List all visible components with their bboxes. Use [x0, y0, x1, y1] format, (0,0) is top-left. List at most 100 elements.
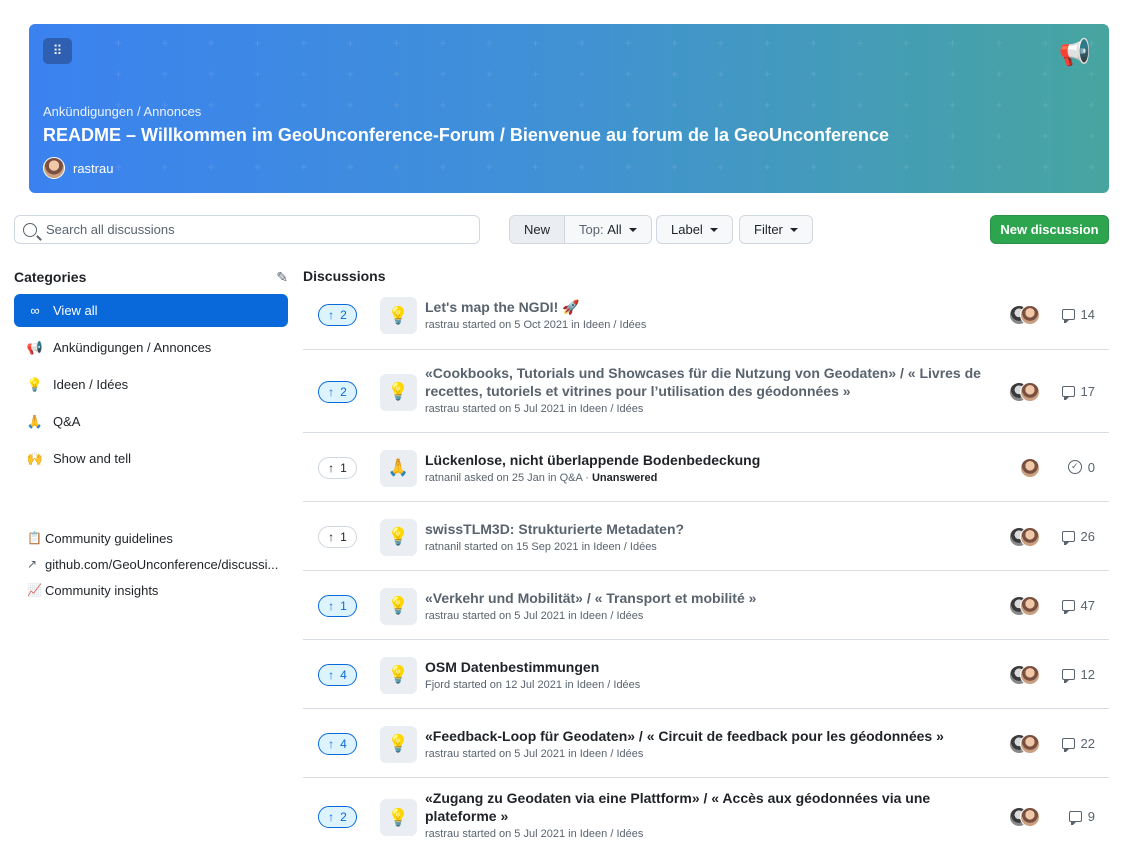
sidebar-item-ank-ndigungen-annonces[interactable]: 📢 Ankündigungen / Annonces — [14, 331, 288, 364]
discussion-verb: started on — [462, 609, 512, 622]
discussion-category[interactable]: Ideen / Idées — [580, 610, 644, 622]
new-discussion-button[interactable]: New discussion — [990, 215, 1109, 244]
banner-category[interactable]: Ankündigungen / Annonces — [43, 104, 201, 119]
discussion-author[interactable]: rastrau — [425, 403, 459, 415]
avatar[interactable] — [1020, 733, 1040, 754]
discussion-author[interactable]: rastrau — [425, 748, 459, 760]
discussion-category[interactable]: Ideen / Idées — [580, 403, 644, 415]
upvote-button[interactable]: ↑ 2 — [318, 380, 357, 403]
search-input[interactable] — [46, 222, 446, 237]
discussion-author[interactable]: Fjord — [425, 679, 450, 691]
discussion-category[interactable]: Ideen / Idées — [577, 679, 641, 691]
upvote-button[interactable]: ↑ 1 — [318, 525, 357, 548]
sidebar-item-ideen-id-es[interactable]: 💡 Ideen / Idées — [14, 368, 288, 401]
sort-segmented-control[interactable]: New Top: All — [509, 215, 652, 244]
arrow-up-icon: ↑ — [328, 598, 335, 613]
filter-dropdown[interactable]: Filter — [739, 215, 813, 244]
megaphone-icon: 📢 — [1058, 37, 1091, 67]
sidebar-link-label[interactable]: Community insights — [45, 583, 158, 598]
sidebar-link-label[interactable]: Community guidelines — [45, 531, 173, 546]
discussion-category[interactable]: Ideen / Idées — [583, 319, 647, 331]
discussion-title[interactable]: Lückenlose, nicht überlappende Bodenbede… — [425, 451, 985, 469]
discussion-meta: rastrau started on 5 Jul 2021 in Ideen /… — [425, 747, 644, 760]
upvote-button[interactable]: ↑ 4 — [318, 663, 357, 686]
list-item[interactable]: ↑ 1 💡 swissTLM3D: Strukturierte Metadaten? r… — [303, 502, 1109, 571]
sidebar-item-q-a[interactable]: 🙏 Q&A — [14, 405, 288, 438]
discussion-title[interactable]: swissTLM3D: Strukturierte Metadaten? — [425, 520, 985, 538]
discussion-title[interactable]: OSM Datenbestimmungen — [425, 658, 985, 676]
vote-count: 4 — [340, 667, 347, 682]
list-item[interactable]: ↑ 2 💡 «Zugang zu Geodaten via eine Plattfor… — [303, 778, 1109, 856]
comment-icon — [1061, 385, 1075, 400]
upvote-button[interactable]: ↑ 1 — [318, 456, 357, 479]
avatar[interactable] — [1020, 305, 1040, 325]
participant-avatars — [1009, 526, 1040, 547]
count-value: 0 — [1087, 459, 1095, 475]
discussion-title[interactable]: «Verkehr und Mobilität» / « Transport et… — [425, 589, 985, 607]
sidebar-item-show-and-tell[interactable]: 🙌 Show and tell — [14, 442, 288, 475]
upvote-button[interactable]: ↑ 4 — [318, 732, 357, 755]
discussion-author[interactable]: ratnanil — [425, 541, 461, 553]
list-item[interactable]: ↑ 2 💡 «Cookbooks, Tutorials und Showcases f… — [303, 350, 1109, 433]
avatar[interactable] — [1020, 664, 1040, 685]
count-value: 14 — [1080, 307, 1095, 322]
sidebar-link-label[interactable]: github.com/GeoUnconference/discussi... — [45, 557, 278, 572]
sort-new-button[interactable]: New — [510, 216, 566, 243]
pencil-icon[interactable]: ✎ — [276, 269, 288, 286]
discussion-title[interactable]: Let's map the NGDI! 🚀 — [425, 298, 985, 316]
sidebar-item-view-all[interactable]: ∞ View all — [14, 294, 288, 327]
discussion-author[interactable]: rastrau — [425, 319, 459, 331]
category-emoji-icon: 🙏 — [380, 449, 417, 487]
discussion-category[interactable]: Q&A — [560, 472, 583, 484]
participant-avatars — [1020, 457, 1040, 478]
discussion-title[interactable]: «Feedback-Loop für Geodaten» / « Circuit… — [425, 727, 985, 745]
avatar[interactable] — [1020, 595, 1040, 616]
list-item[interactable]: ↑ 2 💡 Let's map the NGDI! 🚀 rastrau started … — [303, 286, 1109, 350]
avatar[interactable] — [1020, 457, 1040, 478]
sidebar-item-label: Show and tell — [53, 451, 132, 466]
avatar[interactable] — [1020, 381, 1040, 402]
discussion-text: Let's map the NGDI! 🚀 rastrau started on … — [425, 298, 985, 331]
category-emoji-icon: 💡 — [380, 518, 417, 556]
upvote-button[interactable]: ↑ 2 — [318, 304, 357, 326]
arrow-up-icon: ↑ — [328, 308, 335, 322]
sidebar-item-label: View all — [53, 303, 98, 318]
discussion-category[interactable]: Ideen / Idées — [580, 748, 644, 760]
discussion-meta: rastrau started on 5 Jul 2021 in Ideen /… — [425, 609, 644, 622]
upvote-button[interactable]: ↑ 1 — [318, 594, 357, 617]
participant-avatars — [1009, 381, 1040, 402]
discussion-author[interactable]: rastrau — [425, 828, 459, 840]
sidebar-link[interactable]: 📋 Community guidelines — [27, 525, 288, 551]
sort-top-button[interactable]: Top: All — [565, 216, 651, 243]
banner-author[interactable]: rastrau — [43, 157, 113, 179]
discussion-category[interactable]: Ideen / Idées — [580, 828, 644, 840]
comment-icon — [1061, 599, 1075, 614]
list-item[interactable]: ↑ 4 💡 OSM Datenbestimmungen Fjord started on… — [303, 640, 1109, 709]
chevron-down-icon — [709, 227, 718, 232]
list-item[interactable]: ↑ 1 🙏 Lückenlose, nicht überlappende Bodenb… — [303, 433, 1109, 502]
list-item[interactable]: ↑ 4 💡 «Feedback-Loop für Geodaten» / « Circ… — [303, 709, 1109, 778]
upvote-button[interactable]: ↑ 2 — [318, 806, 357, 828]
discussion-title[interactable]: «Zugang zu Geodaten via eine Plattform» … — [425, 789, 985, 825]
discussion-category[interactable]: Ideen / Idées — [593, 541, 657, 553]
comment-count: 14 — [1061, 307, 1095, 323]
category-emoji-icon: 💡 — [380, 587, 417, 625]
search-box[interactable] — [14, 215, 480, 244]
sidebar-link[interactable]: ↗ github.com/GeoUnconference/discussi... — [27, 551, 288, 577]
label-dropdown[interactable]: Label — [656, 215, 733, 244]
comment-icon — [1061, 668, 1075, 683]
announcement-banner[interactable]: + + + + + + + + + + + + + + + + + + + + … — [29, 24, 1109, 193]
discussion-text: «Verkehr und Mobilität» / « Transport et… — [425, 589, 985, 622]
avatar[interactable] — [1020, 526, 1040, 547]
avatar[interactable] — [1020, 807, 1040, 827]
discussion-author[interactable]: ratnanil — [425, 472, 461, 484]
list-item[interactable]: ↑ 1 💡 «Verkehr und Mobilität» / « Transport… — [303, 571, 1109, 640]
discussion-author[interactable]: rastrau — [425, 610, 459, 622]
discussion-title[interactable]: «Cookbooks, Tutorials und Showcases für … — [425, 364, 985, 400]
sidebar-link[interactable]: 📈 Community insights — [27, 577, 288, 603]
banner-title[interactable]: README – Willkommen im GeoUnconference-F… — [43, 125, 889, 146]
grip-icon[interactable]: ⠿ — [43, 38, 72, 64]
banner-author-name[interactable]: rastrau — [73, 161, 113, 176]
avatar[interactable] — [43, 157, 65, 179]
discussion-text: «Zugang zu Geodaten via eine Plattform» … — [425, 789, 985, 840]
